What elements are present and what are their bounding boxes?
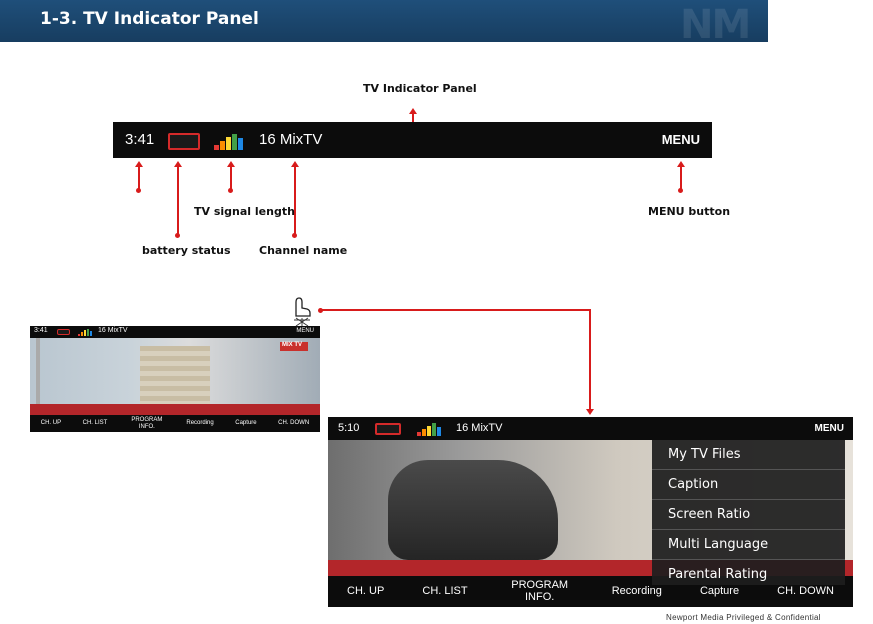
program-info-button[interactable]: PROGRAM INFO. [506,579,574,603]
callout-panel-label: TV Indicator Panel [363,82,477,95]
callout-menu-label: MENU button [648,205,731,218]
ch-down-button[interactable]: CH. DOWN [278,420,309,426]
large-menu-button[interactable]: MENU [815,423,844,434]
callout-signal-label: TV signal length [194,205,295,218]
tv-indicator-panel: 3:41 16 MixTV MENU [113,122,712,158]
battery-icon [375,423,401,435]
menu-item-screen-ratio[interactable]: Screen Ratio [652,500,845,530]
footer-confidential: Newport Media Privileged & Confidential [666,613,821,622]
small-tv-screen: 3:41 16 MixTV MENU MIX TV CH. UP CH. LIS… [30,326,320,432]
menu-item-my-tv-files[interactable]: My TV Files [652,440,845,470]
capture-button[interactable]: Capture [235,420,256,426]
channel-name: 16 MixTV [259,131,323,148]
signal-strength-icon [417,421,443,436]
menu-item-parental-rating[interactable]: Parental Rating [652,560,845,589]
signal-strength-icon [78,328,92,336]
ch-list-button[interactable]: CH. LIST [83,420,108,426]
battery-icon [168,133,200,150]
ch-up-button[interactable]: CH. UP [347,585,384,598]
finger-tap-icon [290,294,314,328]
program-info-button[interactable]: PROGRAM INFO. [129,417,165,430]
slide-header: 1-3. TV Indicator Panel NM [0,0,768,48]
signal-strength-icon [214,130,246,150]
callout-channel-label: Channel name [259,244,348,257]
battery-icon [57,329,70,335]
ch-list-button[interactable]: CH. LIST [422,585,467,598]
large-tv-screen: 5:10 16 MixTV MENU CH. UP CH. LIST PROGR… [328,417,853,607]
slide-title: 1-3. TV Indicator Panel [40,9,259,29]
recording-button[interactable]: Recording [186,420,213,426]
brand-logo: NM [680,2,751,48]
menu-item-caption[interactable]: Caption [652,470,845,500]
menu-button[interactable]: MENU [662,132,700,147]
ch-up-button[interactable]: CH. UP [41,420,61,426]
small-control-bar: CH. UP CH. LIST PROGRAM INFO. Recording … [30,415,320,432]
callout-battery-label: battery status [142,244,231,257]
menu-item-multi-language[interactable]: Multi Language [652,530,845,560]
small-menu-button[interactable]: MENU [296,328,314,334]
clock-time: 3:41 [125,131,155,148]
options-menu: My TV Files Caption Screen Ratio Multi L… [652,440,845,585]
small-indicator-panel: 3:41 16 MixTV MENU [30,326,320,338]
small-video-frame: MIX TV [30,338,320,415]
large-indicator-panel: 5:10 16 MixTV MENU [328,417,853,440]
